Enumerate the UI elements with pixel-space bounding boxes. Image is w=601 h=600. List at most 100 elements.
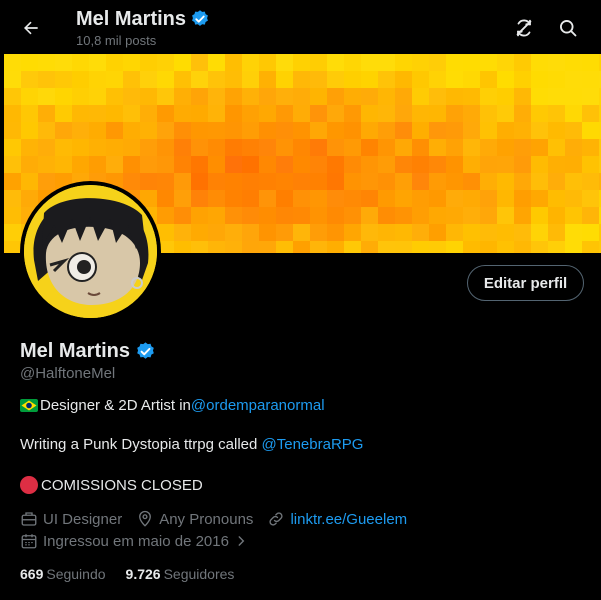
edit-profile-button[interactable]: Editar perfil — [467, 265, 584, 301]
banner-pixel — [174, 224, 191, 241]
banner-pixel — [395, 241, 412, 253]
banner-pixel — [565, 88, 582, 105]
banner-pixel — [582, 105, 599, 122]
banner-pixel — [157, 207, 174, 224]
banner-pixel — [140, 139, 157, 156]
following-label: Seguindo — [46, 566, 106, 582]
banner-pixel — [344, 71, 361, 88]
bio-text-1: Designer & 2D Artist in — [40, 397, 191, 414]
following-link[interactable]: 669 Seguindo — [20, 566, 106, 582]
banner-pixel — [565, 122, 582, 139]
banner-pixel — [582, 122, 599, 139]
banner-pixel — [293, 190, 310, 207]
brazil-flag-icon — [20, 399, 38, 412]
banner-pixel — [395, 54, 412, 71]
banner-pixel — [310, 224, 327, 241]
banner-pixel — [565, 54, 582, 71]
verified-badge-icon — [137, 341, 154, 359]
banner-pixel — [429, 224, 446, 241]
banner-pixel — [412, 156, 429, 173]
banner-pixel — [378, 173, 395, 190]
banner-pixel — [310, 139, 327, 156]
banner-pixel — [361, 207, 378, 224]
banner-pixel — [259, 139, 276, 156]
banner-pixel — [463, 88, 480, 105]
banner-pixel — [106, 105, 123, 122]
banner-pixel — [38, 105, 55, 122]
banner-pixel — [548, 71, 565, 88]
banner-pixel — [72, 105, 89, 122]
banner-pixel — [208, 139, 225, 156]
banner-pixel — [480, 105, 497, 122]
meta-job: UI Designer — [20, 510, 122, 528]
refresh-button[interactable] — [509, 13, 539, 43]
banner-pixel — [191, 173, 208, 190]
banner-pixel — [344, 207, 361, 224]
banner-pixel — [548, 173, 565, 190]
bio-mention-tenebrarpg[interactable]: @TenebraRPG — [262, 436, 364, 453]
banner-pixel — [38, 71, 55, 88]
banner-pixel — [361, 54, 378, 71]
banner-pixel — [531, 105, 548, 122]
profile-avatar[interactable] — [20, 181, 161, 322]
banner-pixel — [582, 156, 599, 173]
banner-pixel — [412, 207, 429, 224]
banner-pixel — [565, 224, 582, 241]
refresh-slash-icon — [516, 19, 532, 37]
meta-website[interactable]: linktr.ee/Gueelem — [267, 510, 407, 528]
banner-pixel — [310, 122, 327, 139]
banner-pixel — [480, 156, 497, 173]
banner-pixel — [123, 105, 140, 122]
banner-pixel — [378, 156, 395, 173]
banner-pixel — [140, 54, 157, 71]
banner-pixel — [463, 224, 480, 241]
banner-pixel — [378, 139, 395, 156]
banner-pixel — [378, 207, 395, 224]
banner-pixel — [378, 54, 395, 71]
banner-pixel — [344, 122, 361, 139]
banner-pixel — [208, 190, 225, 207]
banner-pixel — [38, 54, 55, 71]
banner-pixel — [395, 156, 412, 173]
banner-pixel — [225, 190, 242, 207]
meta-joined[interactable]: Ingressou em maio de 2016 — [20, 532, 248, 550]
banner-pixel — [531, 122, 548, 139]
search-button[interactable] — [553, 13, 583, 43]
banner-pixel — [497, 105, 514, 122]
banner-pixel — [412, 241, 429, 253]
banner-pixel — [548, 207, 565, 224]
banner-pixel — [582, 71, 599, 88]
banner-pixel — [276, 54, 293, 71]
followers-link[interactable]: 9.726 Seguidores — [126, 566, 235, 582]
banner-pixel — [208, 241, 225, 253]
banner-pixel — [72, 88, 89, 105]
bio-mention-ordemparanormal[interactable]: @ordemparanormal — [191, 397, 325, 414]
banner-pixel — [514, 190, 531, 207]
bio-line-1: Designer & 2D Artist in @ordemparanormal — [20, 397, 325, 414]
banner-pixel — [38, 139, 55, 156]
banner-pixel — [361, 122, 378, 139]
banner-pixel — [310, 105, 327, 122]
banner-pixel — [242, 241, 259, 253]
banner-pixel — [21, 156, 38, 173]
back-button[interactable] — [14, 11, 48, 45]
banner-pixel — [361, 241, 378, 253]
banner-pixel — [123, 139, 140, 156]
banner-pixel — [208, 156, 225, 173]
banner-pixel — [208, 54, 225, 71]
banner-pixel — [514, 88, 531, 105]
banner-pixel — [344, 54, 361, 71]
banner-pixel — [361, 88, 378, 105]
banner-pixel — [429, 105, 446, 122]
following-count: 669 — [20, 566, 44, 582]
banner-pixel — [446, 54, 463, 71]
banner-pixel — [157, 71, 174, 88]
banner-pixel — [174, 190, 191, 207]
banner-pixel — [208, 105, 225, 122]
banner-pixel — [242, 54, 259, 71]
banner-pixel — [531, 173, 548, 190]
website-link[interactable]: linktr.ee/Gueelem — [290, 511, 407, 528]
banner-pixel — [4, 207, 21, 224]
banner-pixel — [463, 190, 480, 207]
banner-pixel — [361, 139, 378, 156]
